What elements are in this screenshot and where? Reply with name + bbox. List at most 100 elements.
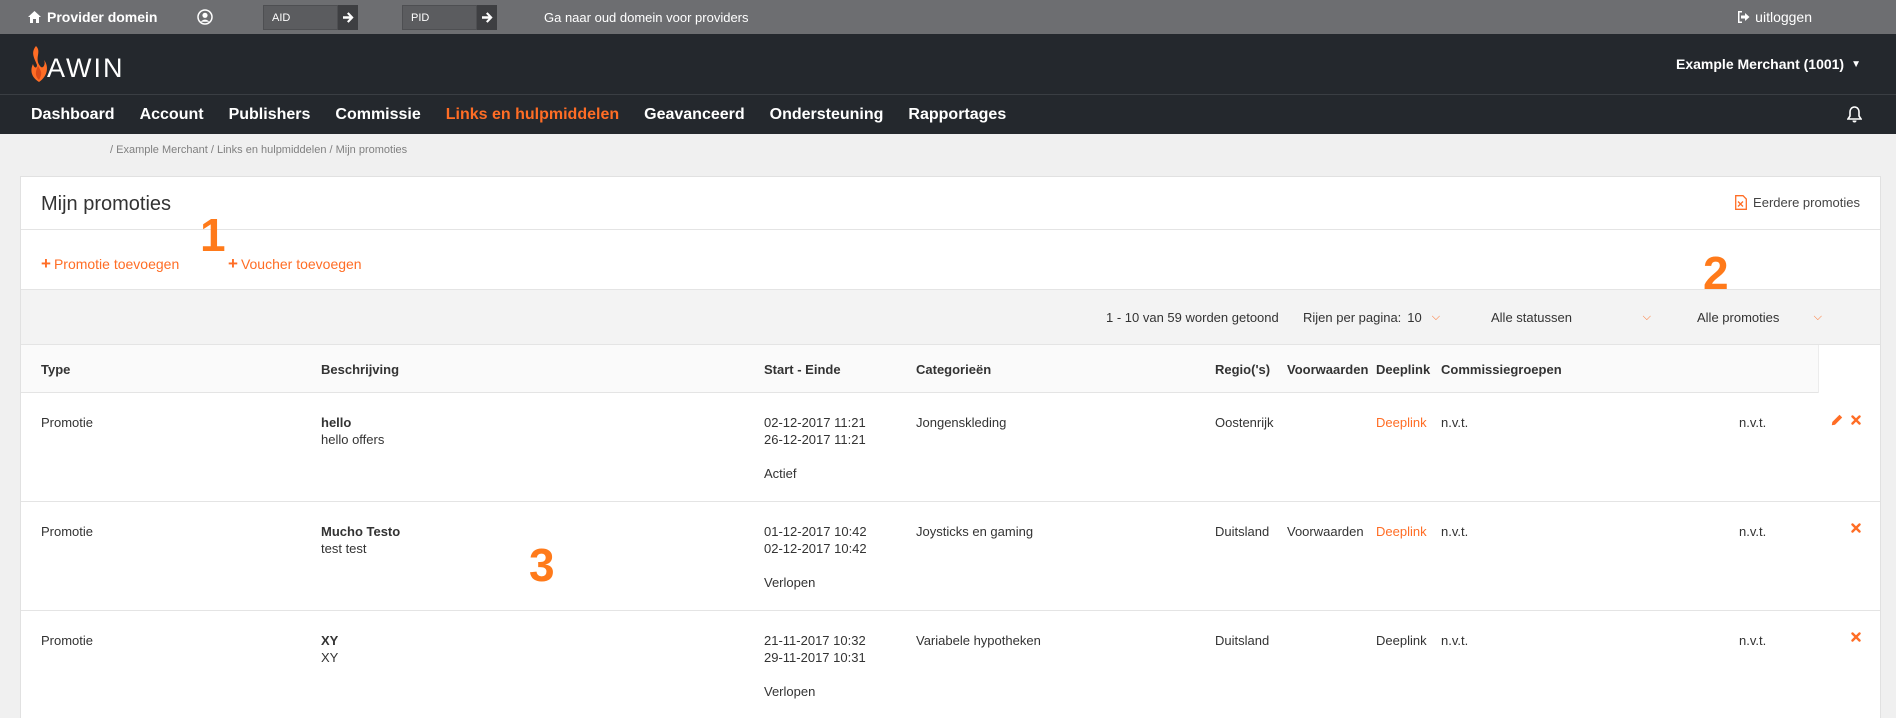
action-bar: + Promotie toevoegen + Voucher toevoegen xyxy=(21,230,1880,290)
col-type[interactable]: Type xyxy=(41,345,70,393)
close-icon[interactable] xyxy=(1851,415,1861,425)
row-end: 02-12-2017 10:42 xyxy=(764,541,867,556)
provider-home-label: Provider domein xyxy=(47,9,158,25)
rows-per-page-select[interactable]: Rijen per pagina: 10 ⌵ xyxy=(1303,290,1440,345)
row-extra: n.v.t. xyxy=(1739,633,1767,648)
logout-label: uitloggen xyxy=(1755,9,1812,25)
row-actions xyxy=(1851,523,1861,533)
annotation-number: 3 xyxy=(529,539,555,591)
row-category: Joysticks en gaming xyxy=(916,524,1034,539)
promotion-filter-value: Alle promoties xyxy=(1697,310,1780,325)
merchant-selector[interactable]: Example Merchant (1001) ▼ xyxy=(1676,34,1861,94)
nav-dashboard[interactable]: Dashboard xyxy=(31,106,115,124)
rows-per-page-label: Rijen per pagina: xyxy=(1303,310,1402,325)
nav-commissie[interactable]: Commissie xyxy=(335,106,420,124)
awin-logo[interactable]: AWIN xyxy=(28,44,125,84)
bell-icon[interactable] xyxy=(1846,106,1863,128)
table-row: Promotie hello hello offers 02-12-2017 1… xyxy=(21,393,1880,502)
row-deeplink[interactable]: Deeplink xyxy=(1376,523,1427,540)
aid-go-button[interactable] xyxy=(338,5,358,30)
row-commission: n.v.t. xyxy=(1441,415,1469,430)
col-commission-groups[interactable]: Commissiegroepen xyxy=(1441,345,1562,393)
row-end: 26-12-2017 11:21 xyxy=(764,432,866,447)
merchant-label: Example Merchant (1001) xyxy=(1676,56,1845,72)
plus-icon: + xyxy=(41,254,51,273)
nav-rapportages[interactable]: Rapportages xyxy=(908,106,1006,124)
main-header: AWIN Example Merchant (1001) ▼ xyxy=(0,34,1896,94)
row-title: hello xyxy=(321,415,352,430)
panel-header: Mijn promoties Eerdere promoties xyxy=(21,177,1880,230)
annotation-number: 2 xyxy=(1703,247,1729,299)
main-nav: Dashboard Account Publishers Commissie L… xyxy=(0,94,1896,134)
previous-promotions-label: Eerdere promoties xyxy=(1753,195,1860,210)
chevron-down-icon: ▼ xyxy=(1851,58,1861,70)
row-deeplink[interactable]: Deeplink xyxy=(1376,414,1427,431)
col-description[interactable]: Beschrijving xyxy=(321,345,399,393)
row-start: 02-12-2017 11:21 xyxy=(764,415,866,430)
row-status: Verlopen xyxy=(764,575,816,590)
logo-text: AWIN xyxy=(47,53,125,83)
col-regions[interactable]: Regio('s) xyxy=(1215,345,1270,393)
row-region: Oostenrijk xyxy=(1215,415,1274,430)
old-domain-link[interactable]: Ga naar oud domein voor providers xyxy=(544,0,749,34)
row-type: Promotie xyxy=(41,415,94,430)
document-icon xyxy=(1735,195,1747,210)
pid-input[interactable]: PID xyxy=(402,5,477,30)
chevron-down-icon: ⌵ xyxy=(1431,311,1441,323)
status-filter-select[interactable]: Alle statussen ⌵ xyxy=(1491,290,1651,345)
chevron-down-icon: ⌵ xyxy=(1813,311,1822,323)
row-subtitle: hello offers xyxy=(321,432,385,447)
row-category: Variabele hypotheken xyxy=(916,633,1041,648)
add-promotion-button[interactable]: + Promotie toevoegen xyxy=(41,255,179,272)
arrow-right-icon xyxy=(342,12,354,23)
nav-account[interactable]: Account xyxy=(140,106,204,124)
nav-geavanceerd[interactable]: Geavanceerd xyxy=(644,106,745,124)
row-conditions[interactable]: Voorwaarden xyxy=(1287,523,1364,540)
row-dates: 01-12-2017 10:42 02-12-2017 10:42 Verlop… xyxy=(764,523,867,591)
col-start-end[interactable]: Start - Einde xyxy=(764,345,841,393)
add-voucher-button[interactable]: + Voucher toevoegen xyxy=(228,255,362,272)
close-icon[interactable] xyxy=(1851,523,1861,533)
row-subtitle: test test xyxy=(321,541,367,556)
pid-go-button[interactable] xyxy=(477,5,497,30)
row-deeplink[interactable]: Deeplink xyxy=(1376,632,1427,649)
row-extra: n.v.t. xyxy=(1739,524,1767,539)
nav-ondersteuning[interactable]: Ondersteuning xyxy=(770,106,884,124)
row-description: Mucho Testo test test xyxy=(321,523,400,557)
aid-input[interactable]: AID xyxy=(263,5,338,30)
aid-search: AID xyxy=(263,5,358,30)
logout-link[interactable]: uitloggen xyxy=(1737,0,1812,34)
col-actions xyxy=(1818,345,1880,393)
row-region: Duitsland xyxy=(1215,633,1270,648)
provider-home-link[interactable]: Provider domein xyxy=(28,0,157,34)
annotation-number: 1 xyxy=(200,209,226,261)
nav-publishers[interactable]: Publishers xyxy=(229,106,311,124)
row-region: Duitsland xyxy=(1215,524,1270,539)
row-end: 29-11-2017 10:31 xyxy=(764,650,866,665)
row-description: XY XY xyxy=(321,632,338,666)
add-voucher-label: Voucher toevoegen xyxy=(240,255,362,272)
col-conditions[interactable]: Voorwaarden xyxy=(1287,345,1368,393)
promotions-panel: Mijn promoties Eerdere promoties + Promo… xyxy=(20,176,1881,718)
table-row: Promotie Mucho Testo test test 01-12-201… xyxy=(21,502,1880,611)
row-dates: 21-11-2017 10:32 29-11-2017 10:31 Verlop… xyxy=(764,632,866,700)
status-filter-value: Alle statussen xyxy=(1491,310,1572,325)
previous-promotions-link[interactable]: Eerdere promoties xyxy=(1735,195,1860,210)
close-icon[interactable] xyxy=(1851,632,1861,642)
chevron-down-icon: ⌵ xyxy=(1642,311,1651,323)
logout-icon xyxy=(1738,11,1750,23)
provider-bar: Provider domein AID PID Ga naar oud dome… xyxy=(0,0,1896,34)
col-categories[interactable]: Categorieën xyxy=(916,345,991,393)
row-status: Verlopen xyxy=(764,684,816,699)
row-subtitle: XY xyxy=(321,650,339,665)
breadcrumb[interactable]: / Example Merchant / Links en hulpmiddel… xyxy=(110,144,407,156)
home-icon xyxy=(28,11,41,23)
add-promotion-label: Promotie toevoegen xyxy=(53,255,180,272)
user-icon[interactable] xyxy=(197,0,213,34)
row-status: Actief xyxy=(764,466,797,481)
table-row: Promotie XY XY 21-11-2017 10:32 29-11-20… xyxy=(21,611,1880,718)
pencil-icon[interactable] xyxy=(1831,414,1843,426)
row-title: Mucho Testo xyxy=(321,524,401,539)
col-deeplink[interactable]: Deeplink xyxy=(1376,345,1430,393)
nav-links-en-hulpmiddelen[interactable]: Links en hulpmiddelen xyxy=(446,106,619,124)
